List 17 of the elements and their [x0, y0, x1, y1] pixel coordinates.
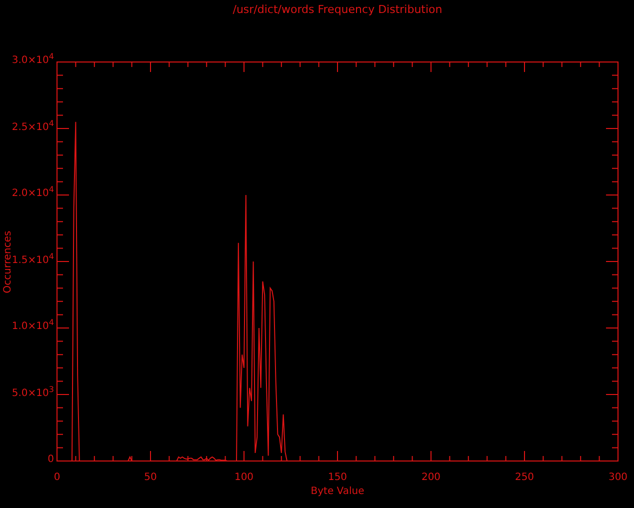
x-tick-label: 200 [421, 472, 441, 483]
chart-title: /usr/dict/words Frequency Distribution [232, 3, 442, 16]
y-tick-label: 2.0×10$^{4}$ [12, 187, 54, 201]
y-axis-label: Occurrences [2, 230, 14, 293]
x-tick-label: 50 [144, 472, 157, 483]
x-tick-label: 300 [608, 472, 628, 483]
y-tick-label: 1.5×10$^{4}$ [12, 254, 54, 268]
x-tick-label: 150 [328, 472, 348, 483]
x-tick-label: 0 [54, 472, 60, 483]
y-tick-label: 1.0×10$^{4}$ [12, 320, 54, 334]
y-tick-label: 2.5×10$^{4}$ [12, 120, 54, 134]
x-tick-label: 100 [234, 472, 254, 483]
y-tick-label: 0 [48, 453, 54, 467]
x-tick-label: 250 [514, 472, 534, 483]
y-tick-label: 3.0×10$^{4}$ [12, 54, 54, 68]
x-axis-label: Byte Value [310, 486, 364, 497]
y-tick-label: 5.0×10$^{3}$ [12, 386, 54, 400]
